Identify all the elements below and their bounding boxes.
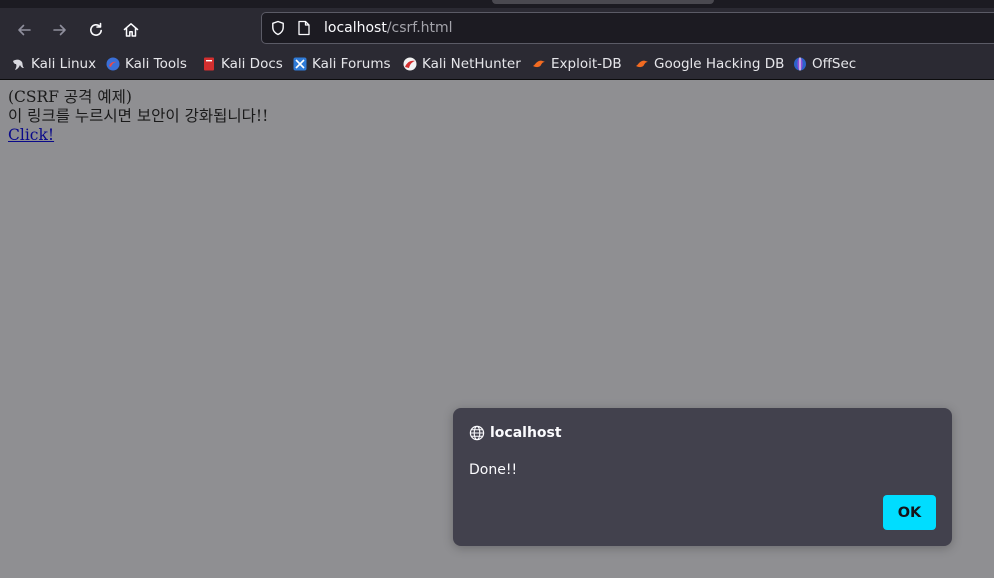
bookmark-google-hacking-db[interactable]: Google Hacking DB xyxy=(635,55,784,73)
bookmarks-toolbar: Kali Linux Kali Tools Kali Docs Kali For… xyxy=(0,48,994,80)
tracking-protection-shield-icon[interactable] xyxy=(270,20,286,36)
bookmark-kali-forums[interactable]: Kali Forums xyxy=(293,55,391,73)
tab-strip xyxy=(0,0,994,8)
exploit-db-icon xyxy=(533,60,545,68)
nethunter-icon xyxy=(403,57,417,71)
bookmark-kali-linux[interactable]: Kali Linux xyxy=(12,55,96,73)
bookmark-label: Kali Forums xyxy=(312,56,391,72)
url-path: /csrf.html xyxy=(386,20,453,36)
bookmark-offsec[interactable]: OffSec xyxy=(793,55,856,73)
address-bar[interactable]: localhost/csrf.html xyxy=(261,12,994,44)
dialog-origin: localhost xyxy=(490,425,562,441)
forward-button[interactable] xyxy=(46,16,74,44)
dialog-header: localhost xyxy=(469,424,562,442)
active-tab-edge[interactable] xyxy=(492,0,714,4)
bookmark-label: Google Hacking DB xyxy=(654,56,785,72)
url-text[interactable]: localhost/csrf.html xyxy=(324,20,453,36)
alert-dialog: localhost Done!! OK xyxy=(453,408,952,546)
page-info-icon[interactable] xyxy=(297,20,311,36)
click-link[interactable]: Click! xyxy=(8,126,54,144)
kali-dragon-icon xyxy=(13,59,24,70)
page-heading: (CSRF 공격 예제) xyxy=(8,88,132,106)
ok-button[interactable]: OK xyxy=(883,495,936,530)
kali-tools-icon xyxy=(106,57,120,71)
navigation-toolbar: localhost/csrf.html xyxy=(0,8,994,48)
bookmark-label: Kali Docs xyxy=(221,56,283,72)
url-host: localhost xyxy=(324,20,387,36)
bookmark-label: OffSec xyxy=(812,56,857,72)
bookmark-kali-tools[interactable]: Kali Tools xyxy=(106,55,187,73)
bookmark-label: Kali NetHunter xyxy=(422,56,521,72)
bookmark-label: Kali Linux xyxy=(31,56,97,72)
offsec-icon xyxy=(794,57,806,71)
page-description: 이 링크를 누르시면 보안이 강화됩니다!! xyxy=(8,107,269,125)
bookmark-exploit-db[interactable]: Exploit-DB xyxy=(532,55,622,73)
back-button[interactable] xyxy=(10,16,38,44)
bookmark-label: Kali Tools xyxy=(125,56,187,72)
kali-docs-icon xyxy=(204,57,214,71)
bookmark-label: Exploit-DB xyxy=(551,56,622,72)
kali-forums-icon xyxy=(293,57,307,71)
page-content: (CSRF 공격 예제) 이 링크를 누르시면 보안이 강화됩니다!! Clic… xyxy=(8,88,268,145)
ghdb-icon xyxy=(636,60,648,68)
arrow-left-icon xyxy=(18,24,31,36)
bookmark-kali-nethunter[interactable]: Kali NetHunter xyxy=(403,55,521,73)
globe-icon xyxy=(469,425,485,441)
reload-icon xyxy=(90,22,102,36)
home-icon xyxy=(123,23,139,37)
bookmark-kali-docs[interactable]: Kali Docs xyxy=(202,55,283,73)
home-button[interactable] xyxy=(117,16,145,44)
reload-button[interactable] xyxy=(82,16,110,44)
dialog-message: Done!! xyxy=(469,462,518,478)
arrow-right-icon xyxy=(53,24,66,36)
